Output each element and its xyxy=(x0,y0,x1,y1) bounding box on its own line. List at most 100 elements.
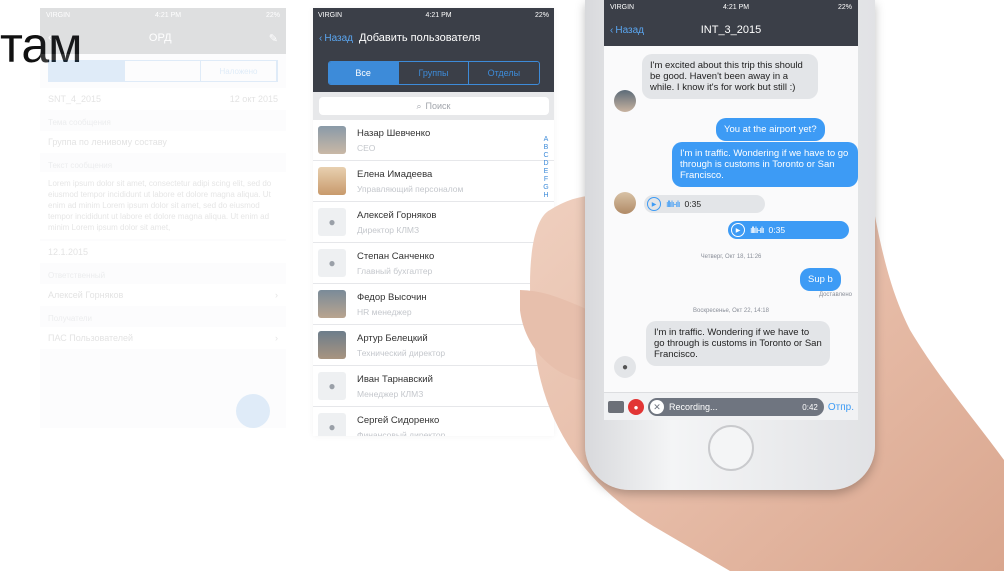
person-row: Алексей Горняков › xyxy=(40,284,286,306)
filter-segment: Все Группы Отделы xyxy=(327,61,540,85)
outgoing-voice-message[interactable]: ▶ ıllılı‐ılı 0:35 xyxy=(728,221,849,239)
search-bar: ⌕ Поиск xyxy=(313,92,554,120)
chevron-left-icon: ‹ xyxy=(610,24,614,36)
voice-duration: 0:35 xyxy=(768,225,786,235)
avatar xyxy=(614,192,636,214)
status-bar: VIRGIN 4:21 PM 22% xyxy=(40,8,286,22)
recipients-row: ПАС Пользователей › xyxy=(40,327,286,349)
subject-value: Группа по ленивому составу xyxy=(48,137,167,147)
battery-label: 22% xyxy=(265,11,280,19)
doc-date: 12 окт 2015 xyxy=(229,94,278,104)
message-composer: ● ✕ Recording... 0:42 Отпр. xyxy=(604,392,858,420)
battery-label: 22% xyxy=(534,11,549,19)
tab-all[interactable]: Все xyxy=(328,62,399,84)
waveform-icon: ıllılı‐ılı xyxy=(666,199,680,209)
tab-departments[interactable]: Отделы xyxy=(469,62,539,84)
avatar-photo xyxy=(318,167,346,195)
date-value: 12.1.2015 xyxy=(48,247,89,257)
tab-groups[interactable]: Группы xyxy=(398,62,470,84)
nav-bar: ‹ ОРД ✎ xyxy=(40,22,286,54)
camera-icon[interactable] xyxy=(608,401,624,413)
home-button[interactable] xyxy=(708,425,754,471)
contact-role: Менеджер КЛМЗ xyxy=(357,388,424,399)
avatar-photo xyxy=(318,331,346,359)
voice-duration: 0:35 xyxy=(684,199,702,209)
background-screen-form: VIRGIN 4:21 PM 22% ‹ ОРД ✎ Наложено SNT_… xyxy=(40,8,286,428)
contact-name: Иван Тарнавский xyxy=(357,373,433,385)
play-icon[interactable]: ▶ xyxy=(647,197,661,211)
section-label: Тема сообщения xyxy=(48,118,111,127)
contact-row[interactable]: ● Иван Тарнавский Менеджер КЛМЗ xyxy=(313,366,554,407)
battery-label: 22% xyxy=(837,3,852,11)
segment-tab xyxy=(49,61,125,81)
carrier-label: VIRGIN xyxy=(610,3,635,11)
outgoing-message: Sup b xyxy=(800,268,841,291)
status-bar: VIRGIN 4:21 PM 22% xyxy=(313,8,554,22)
user-placeholder-icon: ● xyxy=(318,208,346,236)
segment-tab: Наложено xyxy=(201,61,277,81)
body-text: Lorem ipsum dolor sit amet, consectetur … xyxy=(40,172,286,239)
contact-row[interactable]: Федор Высочин HR менеджер xyxy=(313,284,554,325)
contact-row[interactable]: Артур Белецкий Технический директор xyxy=(313,325,554,366)
back-label: Назад xyxy=(615,24,644,36)
waveform-icon: ıllılı‐ılı xyxy=(750,225,764,235)
subject-field: Группа по ленивому составу xyxy=(40,131,286,153)
time-label: 4:21 PM xyxy=(155,11,182,19)
status-bar: VIRGIN 4:21 PM 22% xyxy=(604,0,858,14)
recording-time: 0:42 xyxy=(802,402,818,412)
recording-label: Recording... xyxy=(669,402,718,412)
contact-role: CEO xyxy=(357,142,376,153)
message-list: I'm excited about this trip this should … xyxy=(604,46,858,392)
nav-title: ОРД xyxy=(148,32,172,44)
incoming-message: I'm excited about this trip this should … xyxy=(642,54,818,99)
day-separator: Воскресенье, Окт 22, 14:18 xyxy=(693,308,769,314)
contact-row[interactable]: ● Степан Санченко Главный бухгалтер xyxy=(313,243,554,284)
user-placeholder-icon: ● xyxy=(318,249,346,277)
contact-role: Управляющий персоналом xyxy=(357,183,464,194)
contact-role: Технический директор xyxy=(357,347,446,358)
segment-tab xyxy=(125,61,201,81)
doc-row: SNT_4_2015 12 окт 2015 xyxy=(40,88,286,110)
time-label: 4:21 PM xyxy=(425,11,452,19)
avatar xyxy=(614,90,636,112)
section-label: Ответственный xyxy=(48,271,106,280)
contact-list: Назар Шевченко CEO Елена Имадеева Управляю… xyxy=(313,120,554,436)
back-button[interactable]: ‹ Назад xyxy=(610,25,644,36)
contact-row[interactable]: ● Сергей Сидоренко Финансовый директор xyxy=(313,407,554,436)
date-row: 12.1.2015 xyxy=(40,241,286,263)
carrier-label: VIRGIN xyxy=(318,11,343,19)
carrier-label: VIRGIN xyxy=(46,11,71,19)
nav-bar: ‹ Назад Добавить пользователя xyxy=(313,22,554,54)
contact-role: Финансовый директор xyxy=(357,429,446,437)
chat-screen: VIRGIN 4:21 PM 22% ‹ Назад INT_3_2015 I'… xyxy=(604,0,858,420)
incoming-message: I'm in traffic. Wondering if we have to … xyxy=(646,321,830,366)
contact-row[interactable]: Назар Шевченко CEO xyxy=(313,120,554,161)
contact-row[interactable]: Елена Имадеева Управляющий персоналом xyxy=(313,161,554,202)
segment-control: Наложено xyxy=(48,60,278,82)
search-icon: ⌕ xyxy=(416,100,422,111)
contact-name: Артур Белецкий xyxy=(357,332,428,344)
contact-row[interactable]: ● Алексей Горняков Директор КЛМЗ xyxy=(313,202,554,243)
back-button[interactable]: ‹ Назад xyxy=(319,33,353,44)
contact-name: Степан Санченко xyxy=(357,250,435,262)
filter-bar: Все Группы Отделы xyxy=(313,54,554,92)
back-label: Назад xyxy=(324,32,353,44)
microphone-icon[interactable]: ● xyxy=(628,399,644,415)
contact-role: Директор КЛМЗ xyxy=(357,224,420,235)
recording-indicator: ✕ Recording... 0:42 xyxy=(648,398,824,416)
contact-name: Федор Высочин xyxy=(357,291,427,303)
outgoing-message: I'm in traffic. Wondering if we have to … xyxy=(672,142,858,187)
recipients-value: ПАС Пользователей xyxy=(48,333,134,343)
section-label: Получатели xyxy=(48,314,93,323)
nav-bar: ‹ Назад INT_3_2015 xyxy=(604,14,858,46)
user-placeholder-icon: ● xyxy=(318,413,346,436)
incoming-voice-message[interactable]: ▶ ıllılı‐ılı 0:35 xyxy=(644,195,765,213)
send-button[interactable]: Отпр. xyxy=(828,402,854,413)
play-icon[interactable]: ▶ xyxy=(731,223,745,237)
person-name: Алексей Горняков xyxy=(48,290,124,300)
compose-icon: ✎ xyxy=(268,32,278,45)
cancel-recording-icon[interactable]: ✕ xyxy=(650,400,664,414)
add-user-screen: VIRGIN 4:21 PM 22% ‹ Назад Добавить поль… xyxy=(313,8,554,436)
delivery-status: Доставлено xyxy=(818,292,852,298)
search-input[interactable]: ⌕ Поиск xyxy=(318,97,549,115)
